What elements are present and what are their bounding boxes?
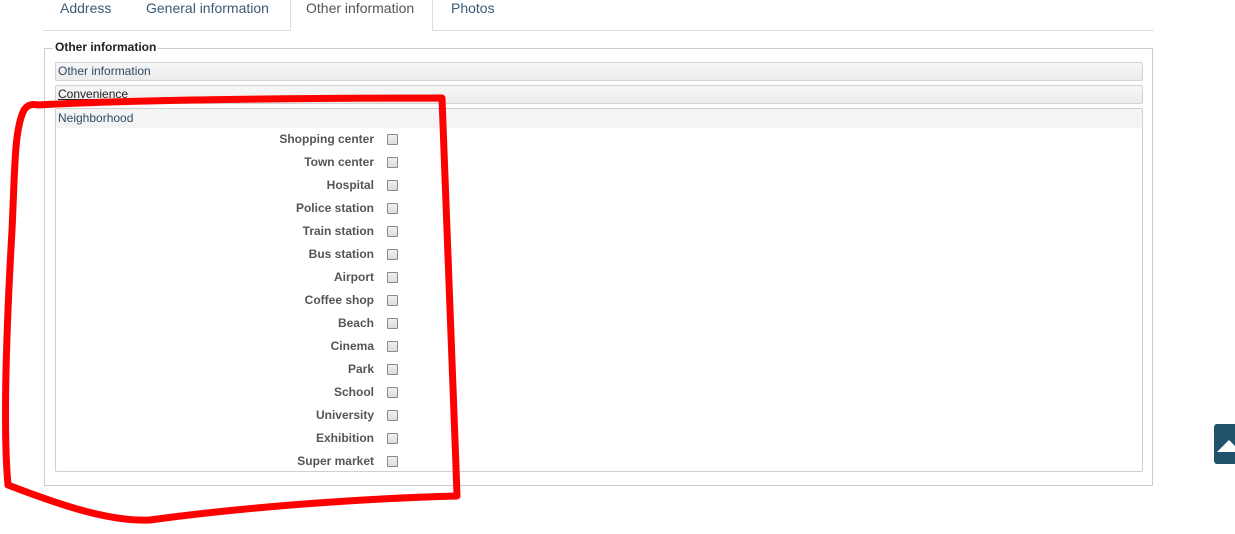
neighborhood-option: Bus station (56, 246, 416, 266)
neighborhood-option: Beach (56, 315, 416, 335)
neighborhood-option: Coffee shop (56, 292, 416, 312)
accordion-neighborhood-panel: Neighborhood Shopping center Town center H… (55, 108, 1143, 472)
accordion-other-information[interactable]: Other information (55, 62, 1143, 81)
tab-address[interactable]: Address (60, 0, 111, 30)
option-label: Shopping center (279, 132, 374, 146)
option-label: Town center (304, 155, 374, 169)
option-checkbox[interactable] (387, 364, 398, 375)
option-label: Beach (337, 316, 374, 330)
option-label: Bus station (308, 247, 374, 261)
tab-bar: Address General information Other inform… (43, 0, 1154, 31)
arrow-up-icon (1217, 440, 1235, 452)
accordion-neighborhood[interactable]: Neighborhood (56, 109, 1142, 128)
neighborhood-option: Park (56, 361, 416, 381)
option-checkbox[interactable] (387, 410, 398, 421)
neighborhood-option: University (56, 407, 416, 427)
option-label: Park (347, 362, 374, 376)
option-label: Super market (297, 454, 374, 468)
option-checkbox[interactable] (387, 318, 398, 329)
option-checkbox[interactable] (387, 226, 398, 237)
neighborhood-option: Super market (56, 453, 416, 473)
option-label: School (333, 385, 374, 399)
neighborhood-option: Hospital (56, 177, 416, 197)
fieldset-legend: Other information (53, 40, 159, 54)
option-checkbox[interactable] (387, 272, 398, 283)
option-checkbox[interactable] (387, 203, 398, 214)
option-checkbox[interactable] (387, 180, 398, 191)
option-checkbox[interactable] (387, 295, 398, 306)
neighborhood-option: Town center (56, 154, 416, 174)
option-label: Cinema (330, 339, 374, 353)
tab-other-information[interactable]: Other information (290, 0, 433, 31)
neighborhood-option: Airport (56, 269, 416, 289)
neighborhood-option: Train station (56, 223, 416, 243)
option-label: Coffee shop (304, 293, 374, 307)
neighborhood-option: Exhibition (56, 430, 416, 450)
accordion-convenience[interactable]: Convenience (55, 85, 1143, 104)
tab-general-information[interactable]: General information (146, 0, 269, 30)
option-label: University (315, 408, 374, 422)
option-checkbox[interactable] (387, 249, 398, 260)
option-label: Airport (334, 270, 374, 284)
option-checkbox[interactable] (387, 456, 398, 467)
option-checkbox[interactable] (387, 387, 398, 398)
neighborhood-option: Cinema (56, 338, 416, 358)
option-label: Hospital (326, 178, 374, 192)
scroll-top-button[interactable] (1214, 424, 1235, 464)
neighborhood-option: Shopping center (56, 131, 416, 151)
option-checkbox[interactable] (387, 341, 398, 352)
neighborhood-option: Police station (56, 200, 416, 220)
option-label: Train station (302, 224, 374, 238)
option-label: Exhibition (316, 431, 374, 445)
neighborhood-option: School (56, 384, 416, 404)
option-checkbox[interactable] (387, 134, 398, 145)
tab-photos[interactable]: Photos (451, 0, 495, 30)
option-checkbox[interactable] (387, 433, 398, 444)
option-checkbox[interactable] (387, 157, 398, 168)
option-label: Police station (295, 201, 374, 215)
